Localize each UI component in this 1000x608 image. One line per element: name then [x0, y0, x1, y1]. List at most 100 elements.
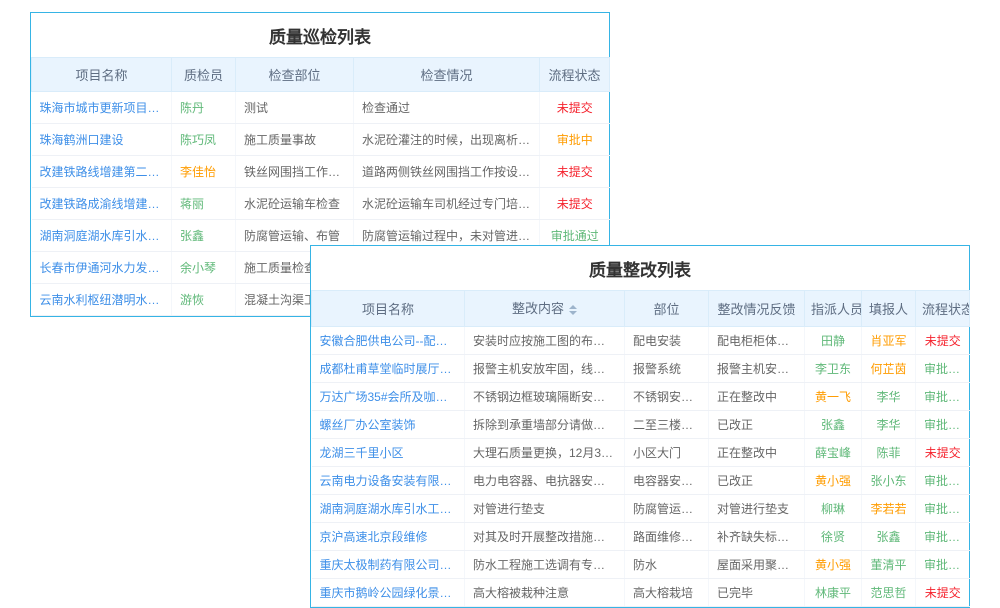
- feedback-cell: 对管进行垫支: [709, 494, 805, 522]
- filler-name: 肖亚军: [862, 326, 916, 354]
- feedback-cell: 补齐缺失标志...: [709, 522, 805, 550]
- part-cell: 高大榕栽培: [625, 578, 709, 606]
- inspection-part-cell: 施工质量事故: [236, 124, 354, 156]
- rectification-table-title: 质量整改列表: [311, 246, 969, 290]
- part-cell: 电容器安装...: [625, 466, 709, 494]
- status-badge: 审批中: [540, 124, 610, 156]
- table-row: 京沪高速北京段维修 对其及时开展整改措施，桥头... 路面维修检... 补齐缺失…: [312, 522, 970, 550]
- rectification-table: 项目名称 整改内容 部位 整改情况反馈 指派人员 填报人 流程状态 安徽合肥供电…: [311, 290, 970, 607]
- project-name-link[interactable]: 珠海鹤洲口建设: [32, 124, 172, 156]
- feedback-cell: 屋面采用聚氨...: [709, 550, 805, 578]
- project-name-link[interactable]: 长春市伊通河水力发电...: [32, 252, 172, 284]
- project-name-link[interactable]: 龙湖三千里小区: [312, 438, 465, 466]
- feedback-cell: 已改正: [709, 410, 805, 438]
- part-cell: 防腐管运输...: [625, 494, 709, 522]
- inspector-name: 游恢: [172, 284, 236, 316]
- rectify-content-cell: 不锈钢边框玻璃隔断安装不牢...: [465, 382, 625, 410]
- inspection-situation-cell: 水泥砼灌注的时候，出现离析现象: [354, 124, 540, 156]
- project-name-link[interactable]: 螺丝厂办公室装饰: [312, 410, 465, 438]
- inspection-situation-cell: 水泥砼运输车司机经过专门培训...: [354, 188, 540, 220]
- rectify-content-cell: 防水工程施工选调有专业资质...: [465, 550, 625, 578]
- header-project-name: 项目名称: [32, 58, 172, 92]
- inspection-part-cell: 铁丝网围挡工作检查: [236, 156, 354, 188]
- header-process-status: 流程状态: [540, 58, 610, 92]
- rectification-table-card: 质量整改列表 项目名称 整改内容 部位 整改情况反馈 指派人员 填报人 流程状态…: [310, 245, 970, 608]
- status-badge: 审批通过: [916, 466, 970, 494]
- assignee-name: 李卫东: [805, 354, 862, 382]
- filler-name: 李华: [862, 382, 916, 410]
- filler-name: 张鑫: [862, 522, 916, 550]
- inspector-name: 李佳怡: [172, 156, 236, 188]
- rectify-content-cell: 大理石质量更换，12月31日之...: [465, 438, 625, 466]
- filler-name: 李华: [862, 410, 916, 438]
- project-name-link[interactable]: 珠海市城市更新项目紫...: [32, 92, 172, 124]
- filler-name: 陈菲: [862, 438, 916, 466]
- feedback-cell: 已改正: [709, 466, 805, 494]
- sort-icon[interactable]: [569, 301, 577, 319]
- table-row: 万达广场35#会所及咖啡厅空... 不锈钢边框玻璃隔断安装不牢... 不锈钢安装…: [312, 382, 970, 410]
- table-row: 螺丝厂办公室装饰 拆除到承重墙部分请做好加固... 二至三楼混... 已改正 张…: [312, 410, 970, 438]
- project-name-link[interactable]: 成都杜甫草堂临时展厅独立展...: [312, 354, 465, 382]
- inspector-name: 张鑫: [172, 220, 236, 252]
- status-badge: 审批通过: [916, 522, 970, 550]
- status-badge: 审批通过: [916, 550, 970, 578]
- inspection-header-row: 项目名称 质检员 检查部位 检查情况 流程状态: [32, 58, 610, 92]
- status-badge: 审批通过: [916, 494, 970, 522]
- header-inspection-situation: 检查情况: [354, 58, 540, 92]
- header-assignee: 指派人员: [805, 291, 862, 327]
- project-name-link[interactable]: 云南水利枢纽潜明水库...: [32, 284, 172, 316]
- inspection-table-title: 质量巡检列表: [31, 13, 609, 57]
- assignee-name: 黄一飞: [805, 382, 862, 410]
- inspector-name: 余小琴: [172, 252, 236, 284]
- table-row: 珠海鹤洲口建设 陈巧凤 施工质量事故 水泥砼灌注的时候，出现离析现象 审批中: [32, 124, 610, 156]
- table-row: 重庆市鹅岭公园绿化景观提升... 高大榕被栽种注意 高大榕栽培 已完毕 林康平 …: [312, 578, 970, 606]
- inspection-part-cell: 测试: [236, 92, 354, 124]
- project-name-link[interactable]: 安徽合肥供电公司--配电设备...: [312, 326, 465, 354]
- status-badge: 未提交: [540, 188, 610, 220]
- project-name-link[interactable]: 重庆太极制药有限公司亳州中...: [312, 550, 465, 578]
- table-row: 安徽合肥供电公司--配电设备... 安装时应按施工图的布置，将... 配电安装 …: [312, 326, 970, 354]
- project-name-link[interactable]: 云南电力设备安装有限公司20...: [312, 466, 465, 494]
- feedback-cell: 配电柜柜体与...: [709, 326, 805, 354]
- table-row: 珠海市城市更新项目紫... 陈丹 测试 检查通过 未提交: [32, 92, 610, 124]
- project-name-link[interactable]: 改建铁路成渝线增建第...: [32, 188, 172, 220]
- header-inspection-part: 检查部位: [236, 58, 354, 92]
- project-name-link[interactable]: 改建铁路线增建第二线...: [32, 156, 172, 188]
- project-name-link[interactable]: 湖南洞庭湖水库引水工...: [32, 220, 172, 252]
- table-row: 成都杜甫草堂临时展厅独立展... 报警主机安放牢固，线缆连接... 报警系统 报…: [312, 354, 970, 382]
- status-badge: 审批通过: [916, 410, 970, 438]
- rectify-content-cell: 拆除到承重墙部分请做好加固...: [465, 410, 625, 438]
- header-feedback: 整改情况反馈: [709, 291, 805, 327]
- part-cell: 报警系统: [625, 354, 709, 382]
- header-rectify-content-label: 整改内容: [512, 301, 564, 316]
- inspection-situation-cell: 道路两侧铁丝网围挡工作按设计...: [354, 156, 540, 188]
- project-name-link[interactable]: 京沪高速北京段维修: [312, 522, 465, 550]
- project-name-link[interactable]: 湖南洞庭湖水库引水工程施工1标: [312, 494, 465, 522]
- project-name-link[interactable]: 重庆市鹅岭公园绿化景观提升...: [312, 578, 465, 606]
- status-badge: 未提交: [916, 438, 970, 466]
- header-project-name: 项目名称: [312, 291, 465, 327]
- feedback-cell: 已完毕: [709, 578, 805, 606]
- rectification-table-body: 安徽合肥供电公司--配电设备... 安装时应按施工图的布置，将... 配电安装 …: [312, 326, 970, 606]
- part-cell: 防水: [625, 550, 709, 578]
- rectify-content-cell: 电力电容器、电抗器安装方案...: [465, 466, 625, 494]
- part-cell: 配电安装: [625, 326, 709, 354]
- rectification-header-row: 项目名称 整改内容 部位 整改情况反馈 指派人员 填报人 流程状态: [312, 291, 970, 327]
- table-row: 湖南洞庭湖水库引水工程施工1标 对管进行垫支 防腐管运输... 对管进行垫支 柳…: [312, 494, 970, 522]
- project-name-link[interactable]: 万达广场35#会所及咖啡厅空...: [312, 382, 465, 410]
- rectify-content-cell: 对管进行垫支: [465, 494, 625, 522]
- status-badge: 未提交: [540, 92, 610, 124]
- table-row: 龙湖三千里小区 大理石质量更换，12月31日之... 小区大门 正在整改中 薛宝…: [312, 438, 970, 466]
- filler-name: 董清平: [862, 550, 916, 578]
- part-cell: 路面维修检...: [625, 522, 709, 550]
- inspector-name: 陈巧凤: [172, 124, 236, 156]
- header-process-status: 流程状态: [916, 291, 970, 327]
- status-badge: 审批通过: [916, 382, 970, 410]
- assignee-name: 黄小强: [805, 550, 862, 578]
- header-rectify-content: 整改内容: [465, 291, 625, 327]
- assignee-name: 薛宝峰: [805, 438, 862, 466]
- assignee-name: 张鑫: [805, 410, 862, 438]
- part-cell: 小区大门: [625, 438, 709, 466]
- header-part: 部位: [625, 291, 709, 327]
- table-row: 云南电力设备安装有限公司20... 电力电容器、电抗器安装方案... 电容器安装…: [312, 466, 970, 494]
